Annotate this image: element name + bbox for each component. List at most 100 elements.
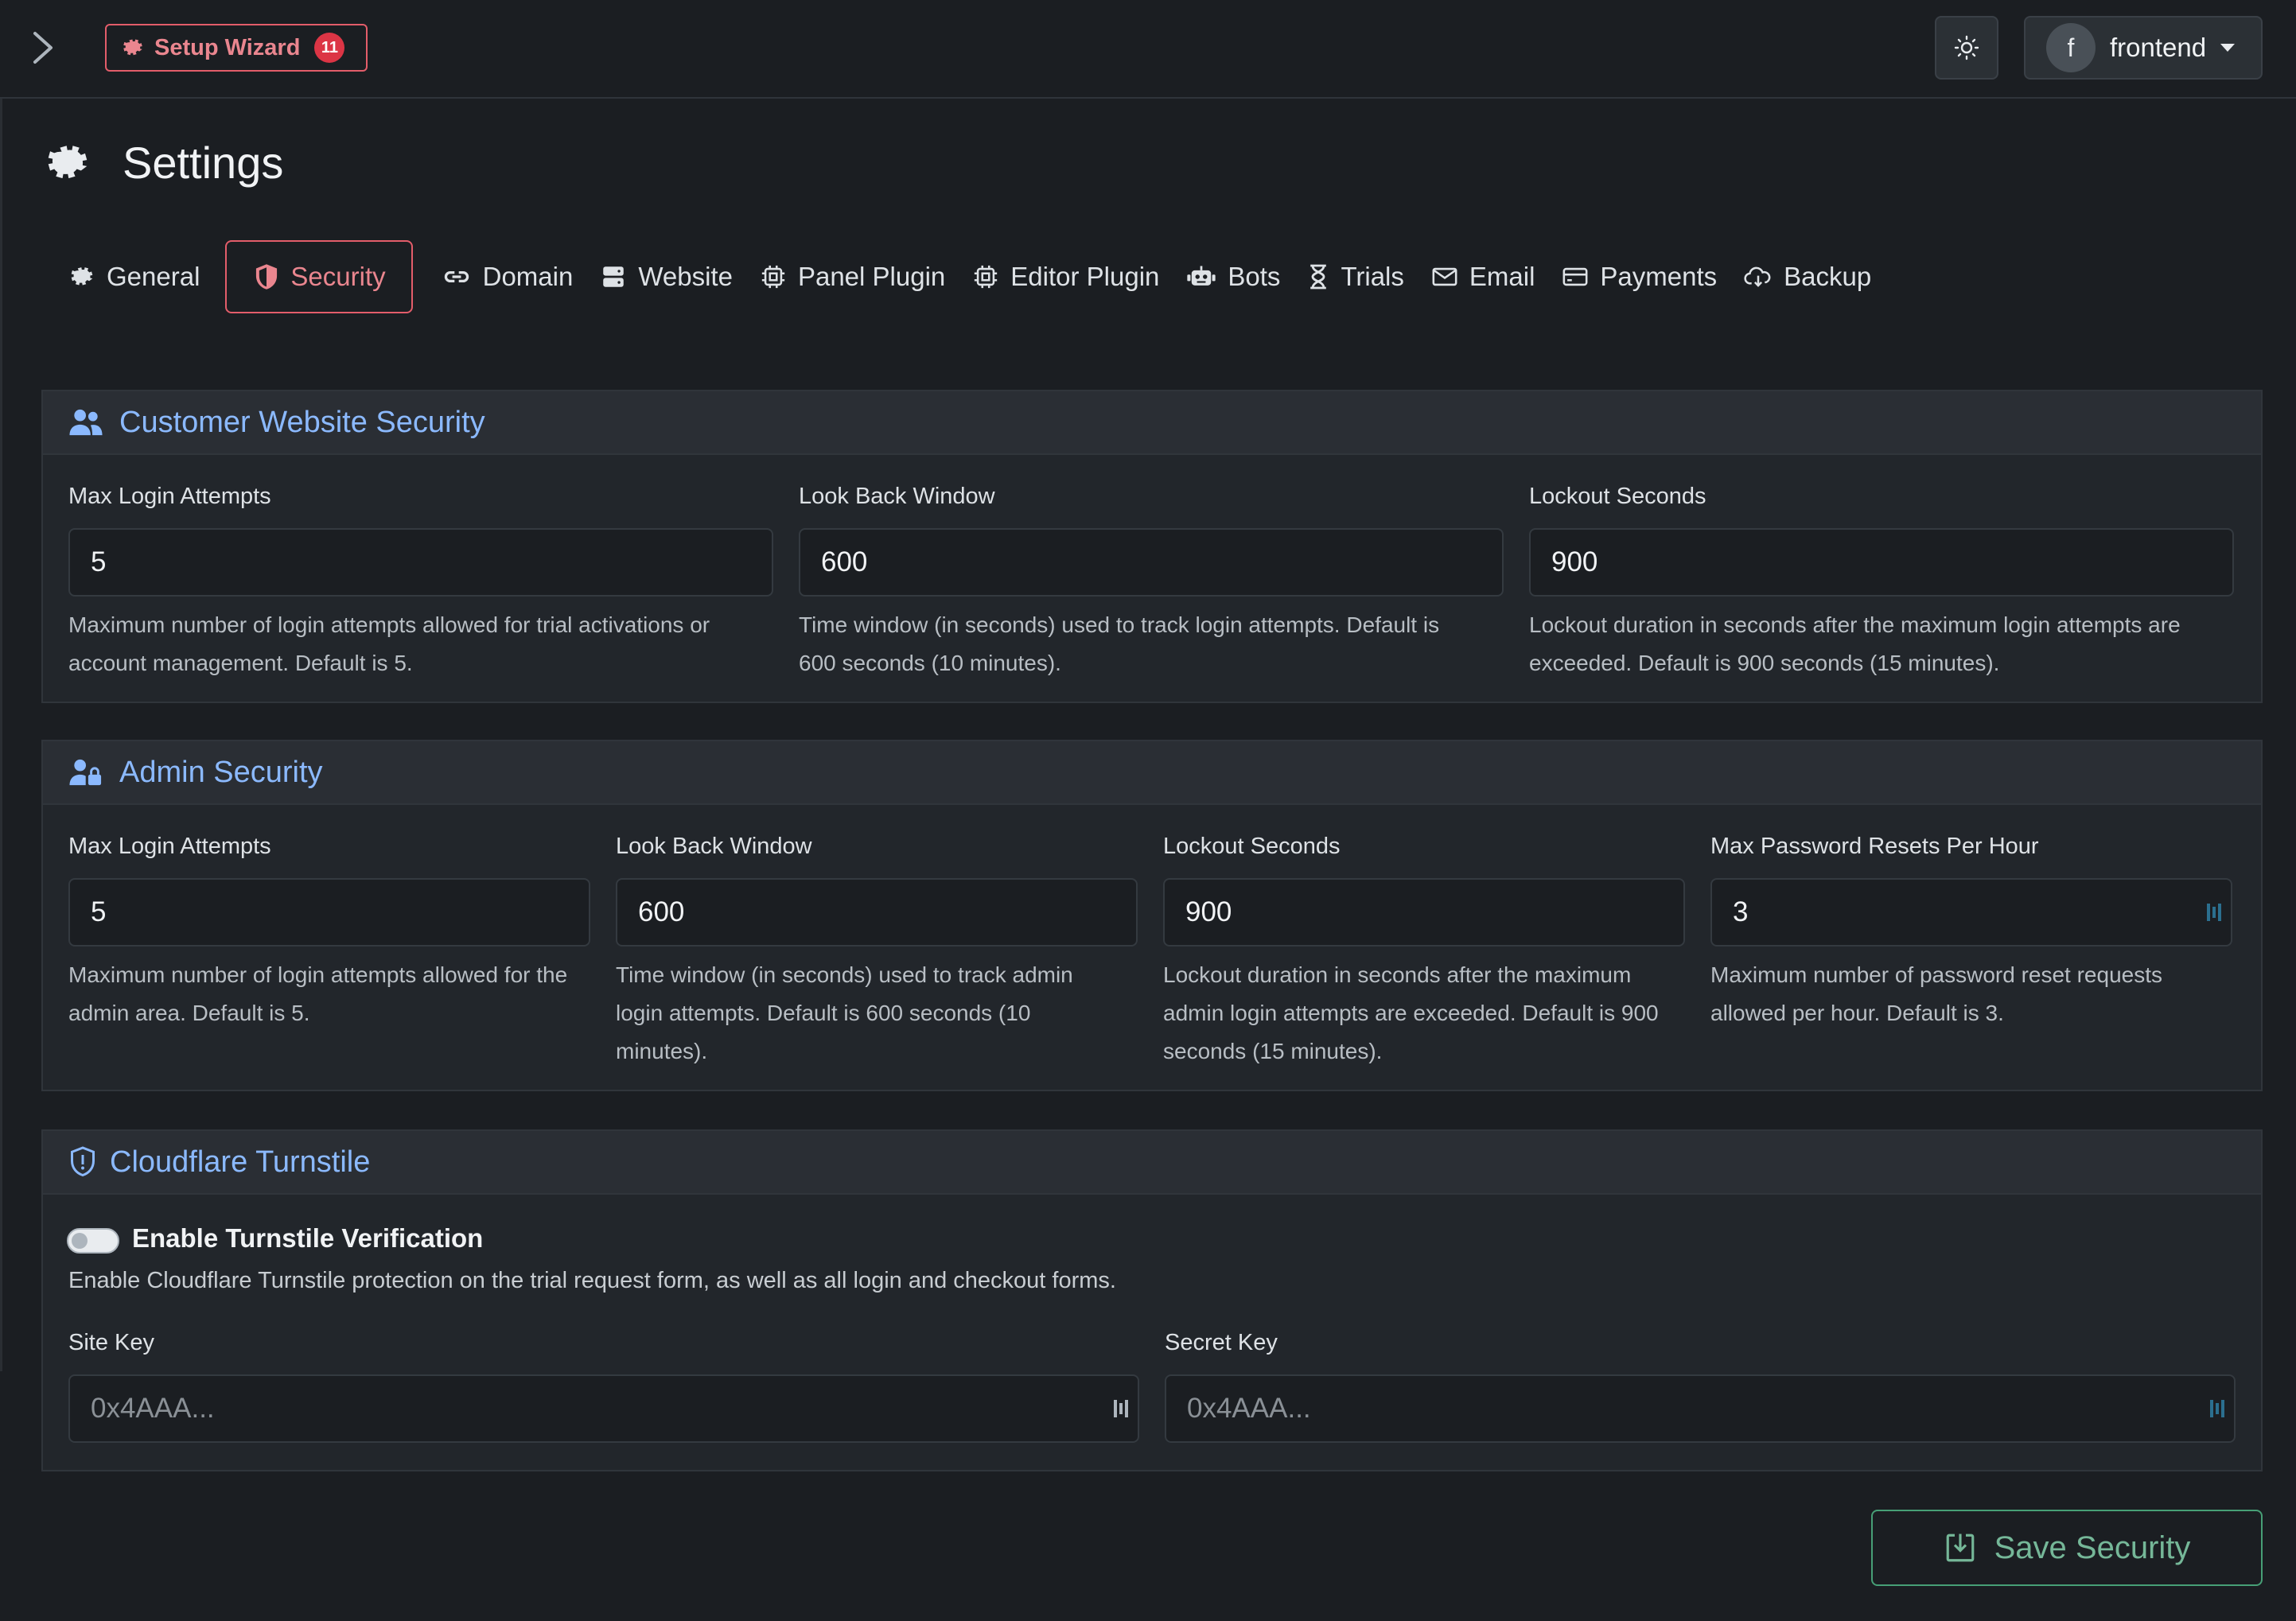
avatar: f: [2046, 23, 2096, 72]
site-key-input[interactable]: 0x4AAA...: [68, 1374, 1139, 1443]
field-help: Maximum number of login attempts allowed…: [68, 956, 567, 1032]
tab-payments[interactable]: Payments: [1562, 240, 1744, 313]
look-back-window-input[interactable]: 600: [799, 528, 1504, 597]
turnstile-toggle-label: Enable Turnstile Verification: [132, 1223, 484, 1253]
field-label: Look Back Window: [616, 834, 812, 859]
tab-label: Email: [1469, 262, 1535, 291]
max-password-resets-field: Max Password Resets Per Hour 3 Maximum n…: [1710, 834, 2232, 1025]
admin-max-login-attempts-input[interactable]: 5: [68, 878, 590, 947]
tab-general[interactable]: General: [68, 240, 227, 313]
admin-look-back-window-input[interactable]: 600: [616, 878, 1138, 947]
tab-trials[interactable]: Trials: [1307, 240, 1430, 313]
settings-tabs: General Security Domain Website Panel Pl…: [68, 240, 1898, 313]
help-line: Time window (in seconds) used to track a…: [616, 962, 1073, 987]
help-line: exceeded. Default is 900 seconds (15 min…: [1529, 651, 2000, 675]
tab-editor-plugin[interactable]: Editor Plugin: [972, 240, 1186, 313]
tab-email[interactable]: Email: [1431, 240, 1562, 313]
admin-lockout-seconds-input[interactable]: 900: [1163, 878, 1685, 947]
turnstile-toggle-switch[interactable]: [67, 1228, 119, 1254]
password-manager-icon: [2207, 904, 2221, 921]
admin-max-login-attempts-field: Max Login Attempts 5 Maximum number of l…: [68, 834, 590, 1025]
field-label: Lockout Seconds: [1529, 484, 1706, 509]
card-title: Cloudflare Turnstile: [110, 1145, 371, 1179]
tab-label: Backup: [1784, 262, 1872, 291]
card-header: Cloudflare Turnstile: [43, 1131, 2261, 1195]
download-icon: [1946, 1534, 1974, 1562]
card-header: Customer Website Security: [43, 391, 2261, 455]
hourglass-icon: [1310, 264, 1327, 290]
field-help: Lockout duration in seconds after the ma…: [1529, 606, 2181, 682]
top-navbar: Setup Wizard 11 f frontend: [0, 0, 2296, 99]
help-line: seconds (15 minutes).: [1163, 1039, 1383, 1063]
setup-wizard-button[interactable]: Setup Wizard 11: [105, 24, 368, 72]
help-line: login attempts. Default is 600 seconds (…: [616, 1001, 1031, 1025]
max-login-attempts-field: Max Login Attempts 5 Maximum number of l…: [68, 484, 773, 675]
page-title: Settings: [123, 138, 284, 188]
field-label: Max Login Attempts: [68, 834, 271, 859]
look-back-window-field: Look Back Window 600 Time window (in sec…: [799, 484, 1504, 675]
user-menu-dropdown[interactable]: f frontend: [2024, 16, 2263, 80]
input-placeholder: 0x4AAA...: [91, 1393, 215, 1424]
input-placeholder: 0x4AAA...: [1187, 1393, 1311, 1424]
max-login-attempts-input[interactable]: 5: [68, 528, 773, 597]
help-line: allowed per hour. Default is 3.: [1710, 1001, 2004, 1025]
card-header: Admin Security: [43, 741, 2261, 805]
card-title: Admin Security: [119, 755, 323, 789]
help-line: minutes).: [616, 1039, 708, 1063]
sidebar-edge: [0, 99, 2, 1371]
tab-label: General: [107, 262, 200, 291]
tab-backup[interactable]: Backup: [1744, 240, 1898, 313]
server-icon: [603, 266, 625, 287]
sidebar-toggle-button[interactable]: [29, 29, 60, 67]
help-line: Maximum number of login attempts allowed…: [68, 612, 710, 637]
credit-card-icon: [1562, 267, 1588, 286]
admin-lockout-seconds-field: Lockout Seconds 900 Lockout duration in …: [1163, 834, 1685, 1063]
max-password-resets-input[interactable]: 3: [1710, 878, 2232, 947]
cpu-icon: [761, 265, 785, 289]
tab-label: Payments: [1600, 262, 1718, 291]
help-line: account management. Default is 5.: [68, 651, 413, 675]
card-title: Customer Website Security: [119, 405, 485, 439]
help-line: Lockout duration in seconds after the ma…: [1529, 612, 2181, 637]
sun-icon: [1954, 35, 1979, 60]
input-value: 3: [1733, 896, 1749, 927]
field-help: Lockout duration in seconds after the ma…: [1163, 956, 1659, 1071]
tab-website[interactable]: Website: [600, 240, 760, 313]
robot-icon: [1187, 266, 1216, 286]
shield-exclamation-icon: [71, 1146, 95, 1177]
tab-label: Domain: [482, 262, 574, 291]
users-icon: [69, 409, 103, 436]
field-help: Maximum number of login attempts allowed…: [68, 606, 710, 682]
tab-domain[interactable]: Domain: [442, 240, 601, 313]
setup-wizard-label: Setup Wizard: [154, 34, 301, 60]
gear-icon: [123, 39, 142, 56]
field-label: Site Key: [68, 1330, 154, 1355]
tab-bots[interactable]: Bots: [1186, 240, 1307, 313]
tab-security[interactable]: Security: [225, 240, 413, 313]
customer-security-card: Customer Website Security Max Login Atte…: [41, 390, 2263, 703]
tab-label: Trials: [1341, 262, 1404, 291]
field-help: Maximum number of password reset request…: [1710, 956, 2162, 1032]
tab-panel-plugin[interactable]: Panel Plugin: [760, 240, 972, 313]
help-line: Lockout duration in seconds after the ma…: [1163, 962, 1632, 987]
field-help: Time window (in seconds) used to track l…: [799, 606, 1439, 682]
tab-label: Panel Plugin: [797, 262, 946, 291]
help-line: Maximum number of password reset request…: [1710, 962, 2162, 987]
page-header: Settings: [43, 137, 283, 189]
field-label: Max Login Attempts: [68, 484, 271, 509]
theme-toggle-button[interactable]: [1935, 16, 1998, 80]
lockout-seconds-input[interactable]: 900: [1529, 528, 2234, 597]
cpu-icon: [975, 265, 998, 289]
chevron-right-icon: [33, 32, 53, 64]
shield-icon: [256, 264, 278, 290]
username: frontend: [2110, 33, 2207, 62]
secret-key-input[interactable]: 0x4AAA...: [1165, 1374, 2236, 1443]
secret-key-field: Secret Key 0x4AAA...: [1165, 1330, 2236, 1443]
cloud-download-icon: [1744, 266, 1771, 287]
tab-label: Editor Plugin: [1010, 262, 1160, 291]
link-icon: [444, 270, 469, 283]
gear-icon: [48, 145, 88, 178]
tab-label: Bots: [1228, 262, 1281, 291]
user-lock-icon: [69, 759, 102, 786]
save-security-button[interactable]: Save Security: [1871, 1510, 2263, 1586]
